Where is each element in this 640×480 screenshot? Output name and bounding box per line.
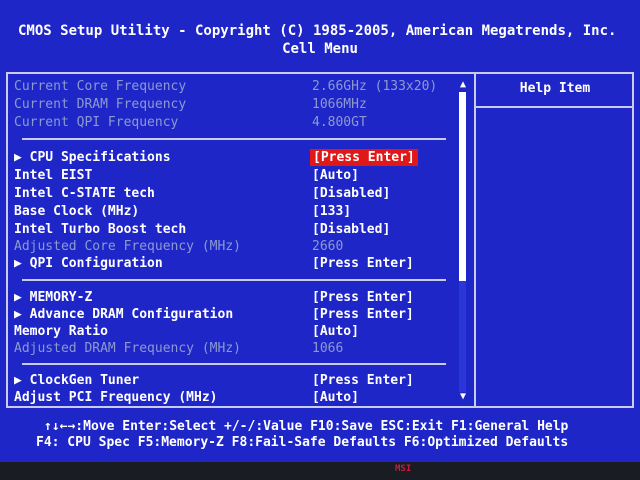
row-advance-dram-configuration[interactable]: ▶ Advance DRAM Configuration [Press Ente… bbox=[14, 306, 454, 323]
scrollbar-thumb[interactable] bbox=[459, 92, 466, 281]
submenu-label[interactable]: ▶ CPU Specifications bbox=[14, 149, 171, 166]
menu-title: Cell Menu bbox=[282, 41, 358, 57]
row-intel-turbo-boost[interactable]: Intel Turbo Boost tech [Disabled] bbox=[14, 221, 454, 238]
setting-label: Current Core Frequency bbox=[14, 79, 187, 94]
row-clockgen-tuner[interactable]: ▶ ClockGen Tuner [Press Enter] bbox=[14, 372, 454, 389]
setting-label: Current QPI Frequency bbox=[14, 115, 179, 130]
row-memory-z[interactable]: ▶ MEMORY-Z [Press Enter] bbox=[14, 289, 454, 306]
help-divider bbox=[476, 106, 632, 108]
setting-value: 4.800GT bbox=[312, 115, 367, 130]
setting-value[interactable]: [Auto] bbox=[312, 389, 359, 406]
scrollbar-track[interactable] bbox=[459, 92, 466, 392]
section-divider bbox=[22, 138, 446, 140]
setting-label: Intel C-STATE tech bbox=[14, 186, 155, 201]
utility-title: CMOS Setup Utility - Copyright (C) 1985-… bbox=[18, 23, 617, 39]
row-current-core-frequency: Current Core Frequency 2.66GHz (133x20) bbox=[14, 78, 454, 95]
settings-panel: Current Core Frequency 2.66GHz (133x20) … bbox=[6, 72, 634, 408]
row-intel-eist[interactable]: Intel EIST [Auto] bbox=[14, 167, 454, 184]
setting-value[interactable]: [Press Enter] bbox=[312, 372, 414, 389]
row-current-qpi-frequency: Current QPI Frequency 4.800GT bbox=[14, 114, 454, 131]
row-cpu-specifications[interactable]: ▶ CPU Specifications [Press Enter] bbox=[14, 149, 454, 166]
key-legend: ↑↓←→:Move Enter:Select +/-/:Value F10:Sa… bbox=[0, 414, 640, 454]
monitor-logo: MSI bbox=[395, 464, 412, 474]
bios-screen: CMOS Setup Utility - Copyright (C) 1985-… bbox=[0, 0, 640, 462]
row-qpi-configuration[interactable]: ▶ QPI Configuration [Press Enter] bbox=[14, 255, 454, 272]
setting-label: Adjusted Core Frequency (MHz) bbox=[14, 239, 241, 254]
row-intel-cstate[interactable]: Intel C-STATE tech [Disabled] bbox=[14, 185, 454, 202]
setting-label: Adjusted DRAM Frequency (MHz) bbox=[14, 341, 241, 356]
row-memory-ratio[interactable]: Memory Ratio [Auto] bbox=[14, 323, 454, 340]
setting-value[interactable]: [Auto] bbox=[312, 167, 359, 184]
row-current-dram-frequency: Current DRAM Frequency 1066MHz bbox=[14, 96, 454, 113]
submenu-label[interactable]: ▶ Advance DRAM Configuration bbox=[14, 306, 233, 323]
submenu-label[interactable]: ▶ MEMORY-Z bbox=[14, 289, 92, 306]
setting-label: Intel EIST bbox=[14, 168, 93, 183]
submenu-label[interactable]: ▶ ClockGen Tuner bbox=[14, 372, 139, 389]
panel-divider bbox=[474, 74, 476, 406]
setting-label: Current DRAM Frequency bbox=[14, 97, 187, 112]
key-legend-line-2: F4: CPU Spec F5:Memory-Z F8:Fail-Safe De… bbox=[36, 435, 569, 450]
title-bar: CMOS Setup Utility - Copyright (C) 1985-… bbox=[0, 18, 640, 60]
setting-label: Memory Ratio bbox=[14, 324, 108, 339]
scroll-up-arrow-icon[interactable]: ▲ bbox=[460, 80, 466, 90]
submenu-label[interactable]: ▶ QPI Configuration bbox=[14, 255, 163, 272]
setting-value: 2660 bbox=[312, 239, 344, 254]
setting-value[interactable]: [Auto] bbox=[312, 323, 359, 340]
help-item-title: Help Item bbox=[519, 81, 591, 96]
setting-value[interactable]: [Press Enter] bbox=[312, 289, 414, 306]
setting-label: Adjust PCI Frequency (MHz) bbox=[14, 390, 218, 405]
scroll-down-arrow-icon[interactable]: ▼ bbox=[460, 392, 466, 402]
selected-value[interactable]: [Press Enter] bbox=[310, 149, 418, 166]
row-adjusted-core-frequency: Adjusted Core Frequency (MHz) 2660 bbox=[14, 238, 454, 255]
setting-value[interactable]: [Press Enter] bbox=[312, 306, 414, 323]
setting-label: Intel Turbo Boost tech bbox=[14, 222, 187, 237]
setting-value[interactable]: [Disabled] bbox=[312, 185, 390, 202]
setting-value[interactable]: [133] bbox=[312, 203, 351, 220]
setting-value: 1066MHz bbox=[312, 97, 367, 112]
setting-value: 2.66GHz (133x20) bbox=[312, 79, 438, 94]
setting-value: 1066 bbox=[312, 341, 344, 356]
setting-label: Base Clock (MHz) bbox=[14, 204, 140, 219]
row-adjust-pci-frequency[interactable]: Adjust PCI Frequency (MHz) [Auto] bbox=[14, 389, 454, 406]
row-base-clock[interactable]: Base Clock (MHz) [133] bbox=[14, 203, 454, 220]
setting-value[interactable]: [Disabled] bbox=[312, 221, 390, 238]
section-divider bbox=[22, 279, 446, 281]
section-divider bbox=[22, 363, 446, 365]
setting-value[interactable]: [Press Enter] bbox=[312, 255, 414, 272]
row-adjusted-dram-frequency: Adjusted DRAM Frequency (MHz) 1066 bbox=[14, 340, 454, 357]
